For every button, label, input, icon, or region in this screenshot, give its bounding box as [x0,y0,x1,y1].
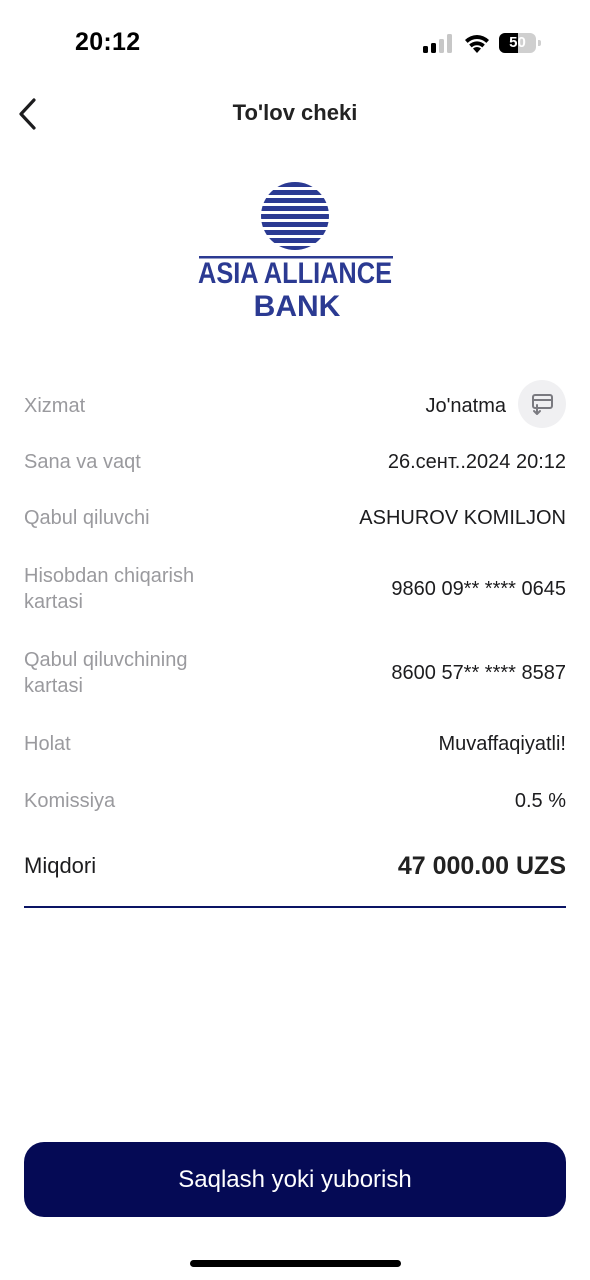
detail-row-service: Xizmat Jo'natma [24,380,566,428]
transfer-icon [532,394,553,415]
date-value: 26.сент..2024 20:12 [387,451,566,473]
logo-text-line1: ASIA ALLIANCE [198,257,392,290]
commission-value: 0.5 % [514,790,566,812]
detail-row-recipient: Qabul qiluvchi ASHUROV KOMILJON [24,505,566,531]
source-card-value: 9860 09** **** 0645 [391,578,566,600]
transfer-icon-button[interactable] [518,380,566,428]
logo-text-line2: BANK [254,290,341,320]
recipient-card-label: Qabul qiluvchining kartasi [24,649,188,697]
bank-logo: ASIA ALLIANCE BANK [195,180,395,323]
battery-level: 50 [509,34,526,51]
page-title: To'lov cheki [232,100,358,125]
service-value: Jo'natma [425,395,506,417]
status-bar: 20:12 50 [0,0,590,88]
save-or-send-button[interactable]: Saqlash yoki yuborish [24,1142,566,1217]
date-label: Sana va vaqt [24,451,141,473]
detail-row-recipient-card: Qabul qiluvchining kartasi 8600 57** ***… [24,647,566,699]
wifi-icon [463,31,491,55]
detail-row-amount: Miqdori 47 000.00 UZS [24,852,566,880]
amount-value: 47 000.00 UZS [397,852,566,880]
service-label: Xizmat [24,395,86,417]
home-indicator [190,1260,401,1267]
battery-icon: 50 [499,33,541,53]
commission-label: Komissiya [24,790,116,812]
recipient-label: Qabul qiluvchi [24,507,150,529]
status-label: Holat [24,733,71,755]
detail-row-status: Holat Muvaffaqiyatli! [24,731,566,757]
amount-label: Miqdori [24,853,97,878]
amount-divider [24,906,566,908]
status-time: 20:12 [75,28,141,56]
detail-row-date: Sana va vaqt 26.сент..2024 20:12 [24,449,566,475]
source-card-label: Hisobdan chiqarish kartasi [24,565,195,613]
detail-row-commission: Komissiya 0.5 % [24,788,566,814]
recipient-card-value: 8600 57** **** 8587 [391,662,566,684]
cellular-signal-icon [423,34,453,53]
recipient-value: ASHUROV KOMILJON [359,507,566,529]
detail-row-source-card: Hisobdan chiqarish kartasi 9860 09** ***… [24,563,566,615]
status-value: Muvaffaqiyatli! [438,733,566,755]
